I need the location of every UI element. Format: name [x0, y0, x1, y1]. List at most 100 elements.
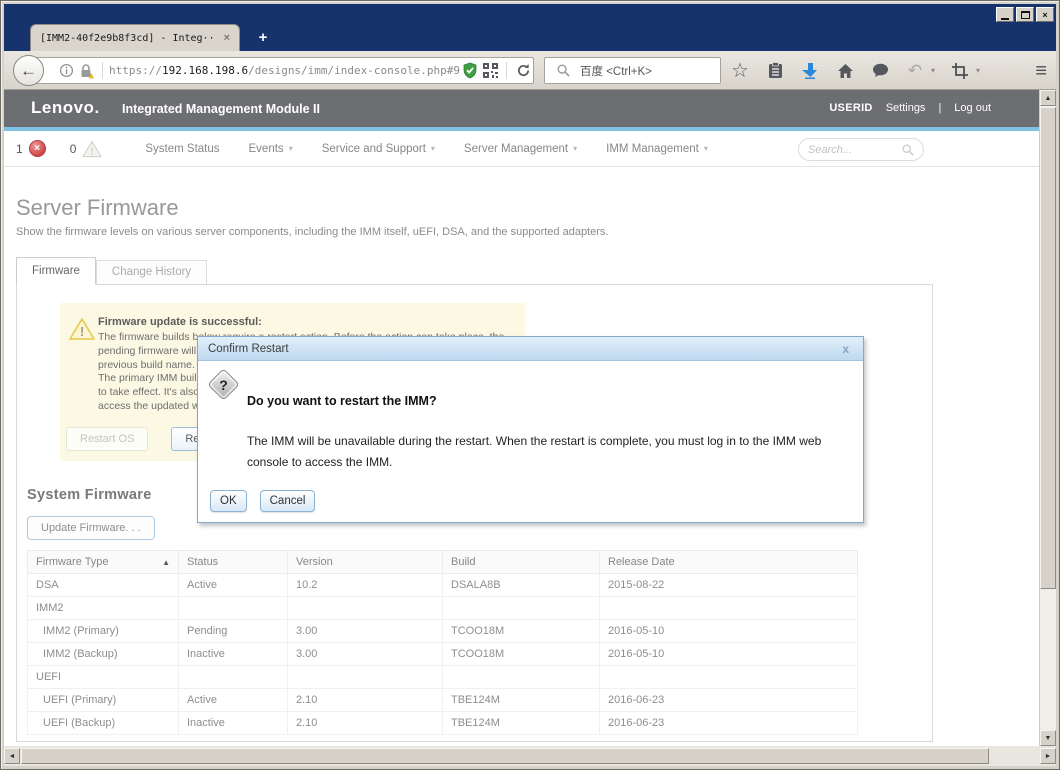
- nav-service-support[interactable]: Service and Support ▾: [322, 143, 435, 155]
- vertical-scrollbar[interactable]: ▲ ▼: [1039, 90, 1056, 746]
- nav-events[interactable]: Events ▾: [249, 143, 293, 155]
- cell-date: 2016-06-23: [599, 688, 858, 712]
- error-badge-icon[interactable]: ×: [28, 140, 46, 157]
- new-tab-button[interactable]: +: [250, 29, 276, 46]
- col-version[interactable]: Version: [287, 550, 443, 574]
- imm-search-box[interactable]: Search...: [798, 138, 924, 161]
- table-row[interactable]: UEFI: [27, 665, 858, 689]
- chevron-down-icon: ▾: [573, 144, 578, 153]
- warning-count[interactable]: 0: [70, 142, 77, 156]
- cell-version: 10.2: [287, 573, 443, 597]
- cancel-button[interactable]: Cancel: [259, 490, 316, 512]
- cell-status: Pending: [178, 619, 288, 643]
- cell-type: UEFI (Primary): [27, 688, 179, 712]
- table-row[interactable]: IMM2 (Backup) Inactive 3.00 TCOO18M 2016-05-…: [27, 642, 858, 666]
- home-icon[interactable]: [835, 61, 855, 81]
- cell-build: TBE124M: [442, 711, 600, 735]
- table-row[interactable]: UEFI (Primary) Active 2.10 TBE124M 2016-06-2…: [27, 688, 858, 712]
- chevron-down-icon: ▾: [288, 144, 293, 153]
- cell-status: Inactive: [178, 642, 288, 666]
- chevron-down-icon: ▾: [430, 144, 435, 153]
- settings-link[interactable]: Settings: [886, 102, 926, 114]
- col-firmware-type[interactable]: Firmware Type ▲: [27, 550, 179, 574]
- bookmark-star-icon[interactable]: ☆: [730, 61, 750, 81]
- cell-version: [287, 596, 443, 620]
- warning-badge-icon[interactable]: !: [82, 140, 102, 158]
- nav-label: Server Management: [463, 142, 569, 155]
- window-titlebar: × [IMM2-40f2e9b8f3cd] - Integ·· × +: [4, 4, 1056, 51]
- qr-code-icon[interactable]: [480, 61, 500, 81]
- search-icon: [553, 61, 573, 81]
- table-row[interactable]: DSA Active 10.2 DSALA8B 2015-08-22: [27, 573, 858, 597]
- maximize-icon: [1020, 10, 1030, 19]
- cell-date: 2015-08-22: [599, 573, 858, 597]
- page-subtitle: Show the firmware levels on various serv…: [16, 226, 609, 238]
- cell-build: DSALA8B: [442, 573, 600, 597]
- scroll-right-button[interactable]: ►: [1040, 748, 1056, 764]
- lock-warning-icon[interactable]: [76, 61, 96, 81]
- tab-close-icon[interactable]: ×: [224, 32, 230, 44]
- tab-change-history[interactable]: Change History: [95, 260, 208, 284]
- site-info-icon[interactable]: [56, 61, 76, 81]
- nav-imm-management[interactable]: IMM Management ▾: [606, 143, 708, 155]
- chat-icon[interactable]: [870, 61, 890, 81]
- scroll-left-button[interactable]: ◄: [4, 748, 20, 764]
- url-bar[interactable]: https://192.168.198.6/designs/imm/index-…: [29, 57, 534, 84]
- scroll-up-button[interactable]: ▲: [1040, 90, 1056, 106]
- col-status[interactable]: Status: [178, 550, 288, 574]
- cell-type: IMM2 (Backup): [27, 642, 179, 666]
- tab-firmware[interactable]: Firmware: [16, 257, 96, 285]
- maximize-button[interactable]: [1016, 7, 1034, 22]
- url-text[interactable]: https://192.168.198.6/designs/imm/index-…: [109, 64, 460, 77]
- header-divider: |: [938, 102, 942, 114]
- shield-check-icon[interactable]: [460, 61, 480, 81]
- nav-server-management[interactable]: Server Management ▾: [464, 143, 577, 155]
- refresh-icon[interactable]: [513, 61, 533, 81]
- svg-text:!: !: [91, 146, 94, 156]
- table-row[interactable]: IMM2: [27, 596, 858, 620]
- toolbar-icon-group: ☆ ↶ ▾ ▾: [730, 57, 980, 84]
- table-row[interactable]: UEFI (Backup) Inactive 2.10 TBE124M 2016-06-…: [27, 711, 858, 735]
- ok-button[interactable]: OK: [210, 490, 247, 512]
- nav-system-status[interactable]: System Status: [145, 143, 219, 155]
- undo-dropdown-caret[interactable]: ▾: [931, 66, 935, 75]
- menu-icon[interactable]: ≡: [1035, 60, 1047, 83]
- col-release-date[interactable]: Release Date: [599, 550, 858, 574]
- restart-os-button[interactable]: Restart OS: [66, 427, 149, 451]
- browser-search-box[interactable]: 百度 <Ctrl+K>: [544, 57, 721, 84]
- cell-build: [442, 596, 600, 620]
- horizontal-scrollbar[interactable]: ◄ ►: [4, 746, 1056, 766]
- back-arrow-icon: ←: [20, 60, 37, 80]
- crop-dropdown-caret[interactable]: ▾: [976, 66, 980, 75]
- horizontal-scroll-thumb[interactable]: [21, 748, 989, 764]
- undo-icon[interactable]: ↶: [905, 61, 925, 81]
- close-icon: ×: [1042, 9, 1048, 20]
- dialog-titlebar[interactable]: Confirm Restart x: [198, 337, 863, 361]
- reading-list-icon[interactable]: [765, 61, 785, 81]
- imm-navbar: 1 × 0 ! System Status Events ▾ Service an…: [4, 131, 1039, 167]
- scroll-down-button[interactable]: ▼: [1040, 730, 1056, 746]
- download-icon[interactable]: [800, 61, 820, 81]
- question-mark: ?: [219, 376, 228, 393]
- update-firmware-button[interactable]: Update Firmware. . .: [27, 516, 155, 540]
- screenshot-crop-icon[interactable]: [950, 61, 970, 81]
- url-path: /designs/imm/index-console.php#9: [248, 64, 460, 77]
- cell-date: 2016-05-10: [599, 642, 858, 666]
- confirm-restart-dialog: Confirm Restart x ? Do you want to resta…: [197, 336, 864, 523]
- minimize-button[interactable]: [996, 7, 1014, 22]
- dialog-close-icon[interactable]: x: [838, 342, 853, 356]
- error-count[interactable]: 1: [16, 142, 23, 156]
- nav-label: Events: [248, 142, 284, 155]
- close-button[interactable]: ×: [1036, 7, 1054, 22]
- vertical-scroll-thumb[interactable]: [1040, 107, 1056, 589]
- logout-link[interactable]: Log out: [954, 102, 991, 114]
- cell-type: DSA: [27, 573, 179, 597]
- browser-tab[interactable]: [IMM2-40f2e9b8f3cd] - Integ·· ×: [30, 24, 240, 51]
- back-button[interactable]: ←: [13, 55, 44, 86]
- table-row[interactable]: IMM2 (Primary) Pending 3.00 TCOO18M 2016-05-…: [27, 619, 858, 643]
- page-title: Server Firmware: [16, 195, 179, 220]
- col-build[interactable]: Build: [442, 550, 600, 574]
- question-diamond-icon: ?: [207, 368, 240, 401]
- cell-version: 2.10: [287, 711, 443, 735]
- system-firmware-heading: System Firmware: [27, 487, 152, 503]
